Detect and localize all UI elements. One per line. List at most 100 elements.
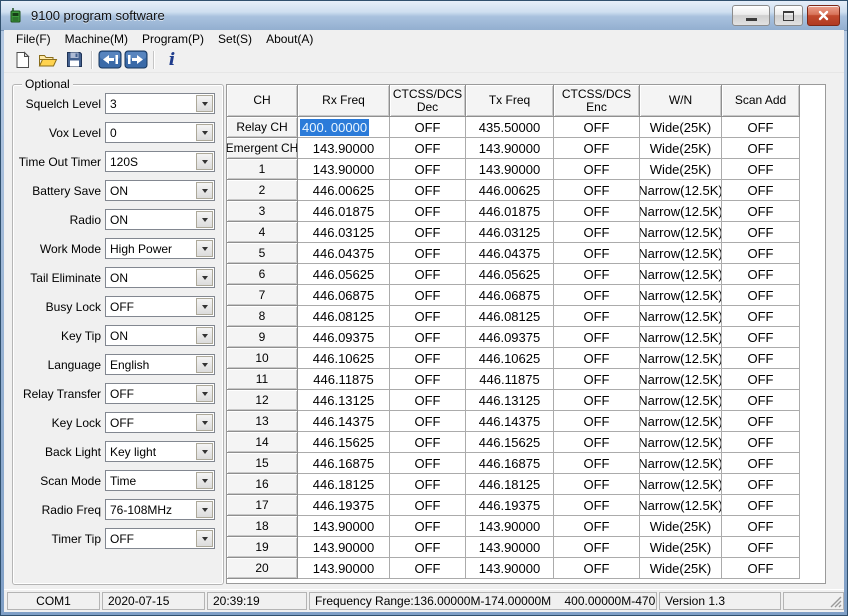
cell-scan[interactable]: OFF: [722, 558, 800, 579]
cell-tx[interactable]: 446.16875: [466, 453, 554, 474]
cell-tx[interactable]: 143.90000: [466, 159, 554, 180]
cell-tx[interactable]: 446.13125: [466, 390, 554, 411]
cell-rx[interactable]: 446.16875: [298, 453, 390, 474]
cell-scan[interactable]: OFF: [722, 390, 800, 411]
cell-rx[interactable]: 446.06875: [298, 285, 390, 306]
cell-scan[interactable]: OFF: [722, 411, 800, 432]
cell-enc[interactable]: OFF: [554, 369, 640, 390]
minimize-button[interactable]: [732, 5, 770, 26]
cell-tx[interactable]: 446.10625: [466, 348, 554, 369]
cell-tx[interactable]: 143.90000: [466, 558, 554, 579]
cell-scan[interactable]: OFF: [722, 138, 800, 159]
cell-enc[interactable]: OFF: [554, 243, 640, 264]
cell-scan[interactable]: OFF: [722, 348, 800, 369]
title-bar[interactable]: 9100 program software: [0, 0, 848, 31]
chevron-down-icon[interactable]: [196, 501, 213, 518]
cell-tx[interactable]: 446.01875: [466, 201, 554, 222]
cell-scan[interactable]: OFF: [722, 537, 800, 558]
cell-enc[interactable]: OFF: [554, 411, 640, 432]
cell-dec[interactable]: OFF: [390, 117, 466, 138]
cell-rx[interactable]: 446.05625: [298, 264, 390, 285]
cell-tx[interactable]: 446.15625: [466, 432, 554, 453]
cell-enc[interactable]: OFF: [554, 222, 640, 243]
cell-enc[interactable]: OFF: [554, 453, 640, 474]
chevron-down-icon[interactable]: [196, 182, 213, 199]
cell-dec[interactable]: OFF: [390, 558, 466, 579]
cell-wn[interactable]: Narrow(12.5K): [640, 201, 722, 222]
cell-dec[interactable]: OFF: [390, 411, 466, 432]
dropdown[interactable]: High Power: [105, 238, 215, 259]
cell-wn[interactable]: Wide(25K): [640, 558, 722, 579]
cell-rx[interactable]: 446.19375: [298, 495, 390, 516]
dropdown[interactable]: 120S: [105, 151, 215, 172]
cell-scan[interactable]: OFF: [722, 180, 800, 201]
row-header[interactable]: 3: [227, 201, 298, 222]
cell-enc[interactable]: OFF: [554, 180, 640, 201]
row-header[interactable]: Relay CH: [227, 117, 298, 138]
column-header-rx[interactable]: Rx Freq: [298, 85, 390, 117]
cell-rx[interactable]: 446.03125: [298, 222, 390, 243]
cell-tx[interactable]: 446.00625: [466, 180, 554, 201]
cell-rx[interactable]: 446.09375: [298, 327, 390, 348]
dropdown[interactable]: 3: [105, 93, 215, 114]
dropdown[interactable]: 76-108MHz: [105, 499, 215, 520]
cell-tx[interactable]: 446.14375: [466, 411, 554, 432]
chevron-down-icon[interactable]: [196, 530, 213, 547]
column-header-dec[interactable]: CTCSS/DCS Dec: [390, 85, 466, 117]
dropdown[interactable]: OFF: [105, 412, 215, 433]
column-header-enc[interactable]: CTCSS/DCS Enc: [554, 85, 640, 117]
cell-tx[interactable]: 435.50000: [466, 117, 554, 138]
cell-tx[interactable]: 446.04375: [466, 243, 554, 264]
cell-tx[interactable]: 143.90000: [466, 537, 554, 558]
cell-wn[interactable]: Narrow(12.5K): [640, 453, 722, 474]
cell-dec[interactable]: OFF: [390, 222, 466, 243]
row-header[interactable]: 7: [227, 285, 298, 306]
column-header-tx[interactable]: Tx Freq: [466, 85, 554, 117]
cell-dec[interactable]: OFF: [390, 474, 466, 495]
menu-file[interactable]: File(F): [9, 31, 58, 47]
cell-dec[interactable]: OFF: [390, 390, 466, 411]
cell-scan[interactable]: OFF: [722, 495, 800, 516]
cell-enc[interactable]: OFF: [554, 327, 640, 348]
column-header-scan[interactable]: Scan Add: [722, 85, 800, 117]
row-header[interactable]: 12: [227, 390, 298, 411]
cell-scan[interactable]: OFF: [722, 222, 800, 243]
cell-scan[interactable]: OFF: [722, 453, 800, 474]
cell-scan[interactable]: OFF: [722, 201, 800, 222]
cell-enc[interactable]: OFF: [554, 117, 640, 138]
cell-dec[interactable]: OFF: [390, 138, 466, 159]
chevron-down-icon[interactable]: [196, 298, 213, 315]
cell-rx[interactable]: 143.90000: [298, 138, 390, 159]
chevron-down-icon[interactable]: [196, 124, 213, 141]
dropdown[interactable]: ON: [105, 325, 215, 346]
cell-dec[interactable]: OFF: [390, 432, 466, 453]
cell-dec[interactable]: OFF: [390, 306, 466, 327]
cell-wn[interactable]: Wide(25K): [640, 117, 722, 138]
chevron-down-icon[interactable]: [196, 240, 213, 257]
row-header[interactable]: 4: [227, 222, 298, 243]
chevron-down-icon[interactable]: [196, 472, 213, 489]
cell-scan[interactable]: OFF: [722, 243, 800, 264]
cell-dec[interactable]: OFF: [390, 369, 466, 390]
cell-wn[interactable]: Wide(25K): [640, 537, 722, 558]
row-header[interactable]: 5: [227, 243, 298, 264]
cell-tx[interactable]: 446.09375: [466, 327, 554, 348]
cell-scan[interactable]: OFF: [722, 285, 800, 306]
dropdown[interactable]: ON: [105, 209, 215, 230]
chevron-down-icon[interactable]: [196, 269, 213, 286]
row-header[interactable]: 18: [227, 516, 298, 537]
cell-rx[interactable]: 446.04375: [298, 243, 390, 264]
dropdown[interactable]: OFF: [105, 383, 215, 404]
cell-wn[interactable]: Narrow(12.5K): [640, 243, 722, 264]
cell-tx[interactable]: 446.06875: [466, 285, 554, 306]
cell-enc[interactable]: OFF: [554, 285, 640, 306]
cell-dec[interactable]: OFF: [390, 243, 466, 264]
row-header[interactable]: 1: [227, 159, 298, 180]
dropdown[interactable]: OFF: [105, 296, 215, 317]
cell-rx[interactable]: 446.13125: [298, 390, 390, 411]
cell-dec[interactable]: OFF: [390, 453, 466, 474]
cell-rx[interactable]: 446.00625: [298, 180, 390, 201]
cell-scan[interactable]: OFF: [722, 516, 800, 537]
column-header-wn[interactable]: W/N: [640, 85, 722, 117]
cell-dec[interactable]: OFF: [390, 159, 466, 180]
